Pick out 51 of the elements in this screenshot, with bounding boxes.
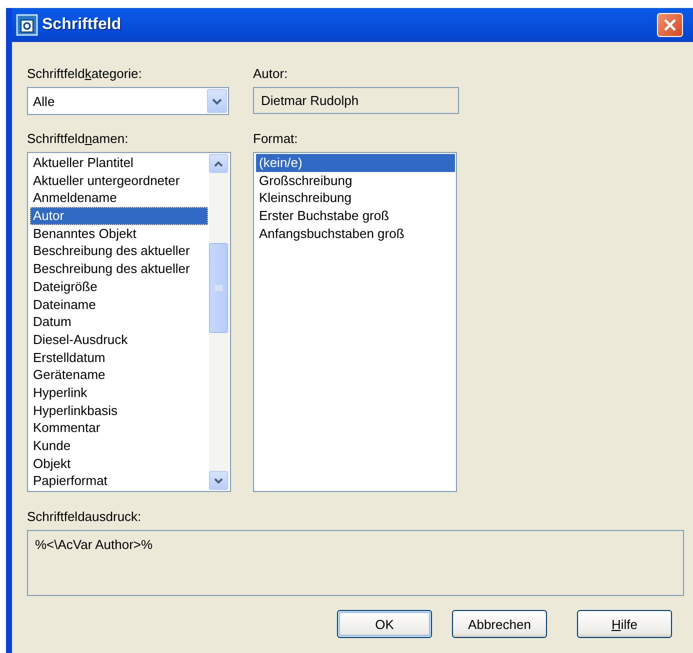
list-item[interactable]: Papierformat <box>30 472 208 490</box>
chevron-down-icon <box>212 98 222 104</box>
list-item[interactable]: Kleinschreibung <box>256 189 455 208</box>
grip-icon <box>214 284 222 292</box>
field-label: Schriftfeldausdruck: <box>27 509 142 524</box>
scroll-down-button[interactable] <box>209 471 228 490</box>
list-item[interactable]: Hyperlinkbasis <box>30 402 208 420</box>
dropdown-button[interactable] <box>207 89 227 113</box>
field-label: Schriftfeldkategorie: <box>27 66 143 81</box>
list-item[interactable]: Dateigröße <box>30 278 208 296</box>
list-item[interactable]: Beschreibung des aktueller <box>30 242 208 260</box>
list-item[interactable]: Beschreibung des aktueller <box>30 260 208 278</box>
scroll-up-button[interactable] <box>209 154 228 173</box>
dropdown-value: Alle <box>33 94 55 108</box>
category-dropdown[interactable]: Alle <box>27 87 229 115</box>
chevron-down-icon <box>214 478 223 484</box>
list-item[interactable]: Anmeldename <box>30 189 208 208</box>
close-button[interactable] <box>657 13 683 37</box>
list-item[interactable]: Dateiname <box>30 296 208 314</box>
field-label: Format: <box>253 131 299 146</box>
dialog-button[interactable]: Hilfe <box>577 610 672 638</box>
list-item[interactable]: Hyperlink <box>30 384 208 402</box>
dialog-button[interactable]: Abbrechen <box>452 610 547 638</box>
window-icon <box>16 14 38 36</box>
list-box[interactable]: (kein/e) Großschreibung Kleinschreibung Erster Buchstabe groß Anfangsbuchstaben groß <box>253 152 457 492</box>
list-item[interactable]: Benanntes Objekt <box>30 224 208 242</box>
list-item[interactable]: (kein/e) <box>256 154 455 172</box>
list-item[interactable]: Anfangsbuchstaben groß <box>256 224 455 242</box>
field-label: Autor: <box>253 66 289 81</box>
expression-field[interactable]: %<\AcVar Author>% <box>27 530 684 596</box>
scroll-thumb[interactable] <box>209 243 228 333</box>
list-item[interactable]: Großschreibung <box>256 172 455 190</box>
list-item[interactable]: Kommentar <box>30 419 208 437</box>
scrollbar[interactable] <box>209 154 229 490</box>
list-item[interactable]: Autor <box>30 207 208 225</box>
list-item[interactable]: Gerätename <box>30 366 208 384</box>
chevron-up-icon <box>214 160 223 166</box>
list-box[interactable] <box>27 152 231 492</box>
list-item[interactable]: Kunde <box>30 437 208 455</box>
dialog-button[interactable]: OK <box>337 610 432 638</box>
list-item[interactable]: Aktueller Plantitel <box>30 154 208 172</box>
list-item[interactable]: Diesel-Ausdruck <box>30 330 208 349</box>
window-title: Schriftfeld <box>42 16 122 34</box>
list-item[interactable]: Datum <box>30 313 208 331</box>
list-item[interactable]: Objekt <box>30 454 208 472</box>
author-field: Dietmar Rudolph <box>253 87 459 114</box>
close-icon <box>663 18 677 32</box>
list-item[interactable]: Erstelldatum <box>30 348 208 366</box>
list-item[interactable]: Erster Buchstabe groß <box>256 207 455 225</box>
list-item[interactable]: Aktueller untergeordneter <box>30 172 208 190</box>
field-label: Schriftfeldnamen: <box>27 131 130 146</box>
